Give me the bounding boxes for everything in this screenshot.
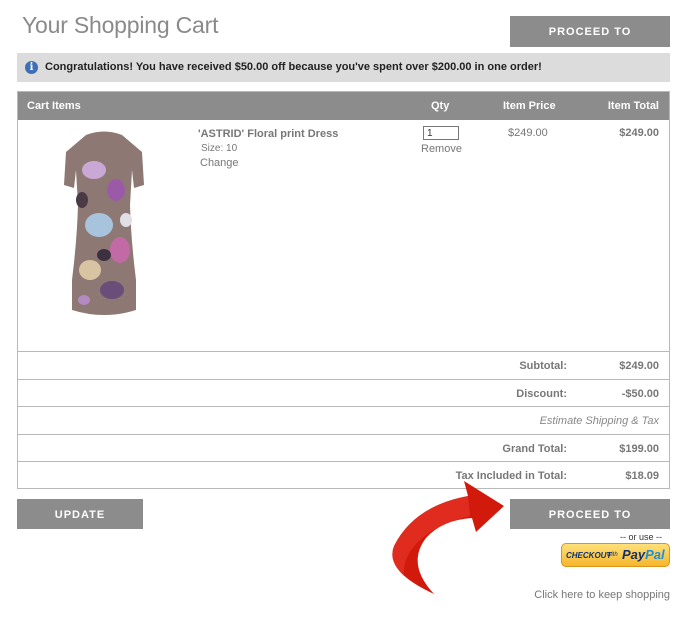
cart-table: Cart Items Qty Item Price Item Total 'AS… — [17, 91, 670, 489]
header-cart-items: Cart Items — [27, 100, 81, 112]
grand-total-value: $199.00 — [619, 443, 659, 455]
proceed-to-checkout-button-bottom[interactable]: PROCEED TO CHECKOUT — [510, 499, 670, 551]
or-use-label: -- or use -- — [620, 532, 663, 542]
subtotal-value: $249.00 — [619, 360, 659, 372]
estimate-row: Estimate Shipping & Tax — [18, 406, 669, 434]
update-quantity-button[interactable]: UPDATE QUANTITY — [17, 499, 143, 551]
paypal-checkout-text: CHECKOUT — [566, 551, 612, 560]
proceed-to-checkout-button-top[interactable]: PROCEED TO CHECKOUT — [510, 16, 670, 69]
cart-header: Cart Items Qty Item Price Item Total — [18, 92, 669, 120]
discount-value: -$50.00 — [621, 388, 659, 400]
subtotal-row: Subtotal: $249.00 — [18, 351, 669, 379]
item-total: $249.00 — [619, 127, 659, 139]
info-icon: i — [25, 61, 38, 74]
paypal-pay-text: Pay — [622, 547, 646, 562]
paypal-pal-text: Pal — [645, 547, 665, 562]
paypal-logo: PayPal — [622, 547, 665, 562]
discount-label: Discount: — [516, 388, 567, 400]
keep-shopping-link[interactable]: Click here to keep shopping — [534, 589, 670, 601]
tax-value: $18.09 — [625, 470, 659, 482]
product-size: Size: 10 — [201, 143, 238, 154]
change-link[interactable]: Change — [200, 157, 239, 169]
product-image[interactable] — [54, 130, 154, 320]
remove-link[interactable]: Remove — [421, 143, 462, 155]
grand-total-label: Grand Total: — [502, 443, 567, 455]
header-item-price: Item Price — [503, 100, 556, 112]
subtotal-label: Subtotal: — [519, 360, 567, 372]
item-price: $249.00 — [508, 127, 548, 139]
header-item-total: Item Total — [607, 100, 659, 112]
tax-row: Tax Included in Total: $18.09 — [18, 461, 669, 489]
product-name: 'ASTRID' Floral print Dress — [198, 128, 339, 140]
grand-total-row: Grand Total: $199.00 — [18, 434, 669, 462]
discount-notice: i Congratulations! You have received $50… — [17, 53, 670, 82]
header-qty: Qty — [431, 100, 450, 112]
discount-row: Discount: -$50.00 — [18, 379, 669, 407]
red-arrow-icon — [392, 481, 504, 594]
estimate-shipping-link[interactable]: Estimate Shipping & Tax — [540, 415, 659, 427]
page-title: Your Shopping Cart — [22, 12, 219, 38]
paypal-with-text: with — [607, 552, 618, 558]
paypal-checkout-button[interactable]: CHECKOUT with PayPal — [561, 543, 670, 567]
quantity-input[interactable] — [423, 126, 459, 140]
notice-text: Congratulations! You have received $50.0… — [45, 61, 542, 73]
